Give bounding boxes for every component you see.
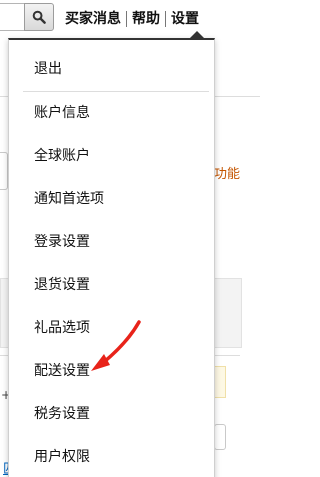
red-arrow-icon (91, 320, 141, 371)
page: 功能 + 配 $ 匹配 买家消息 帮助 设置 退出 账户信息 全球账户 通知首选… (0, 0, 260, 477)
